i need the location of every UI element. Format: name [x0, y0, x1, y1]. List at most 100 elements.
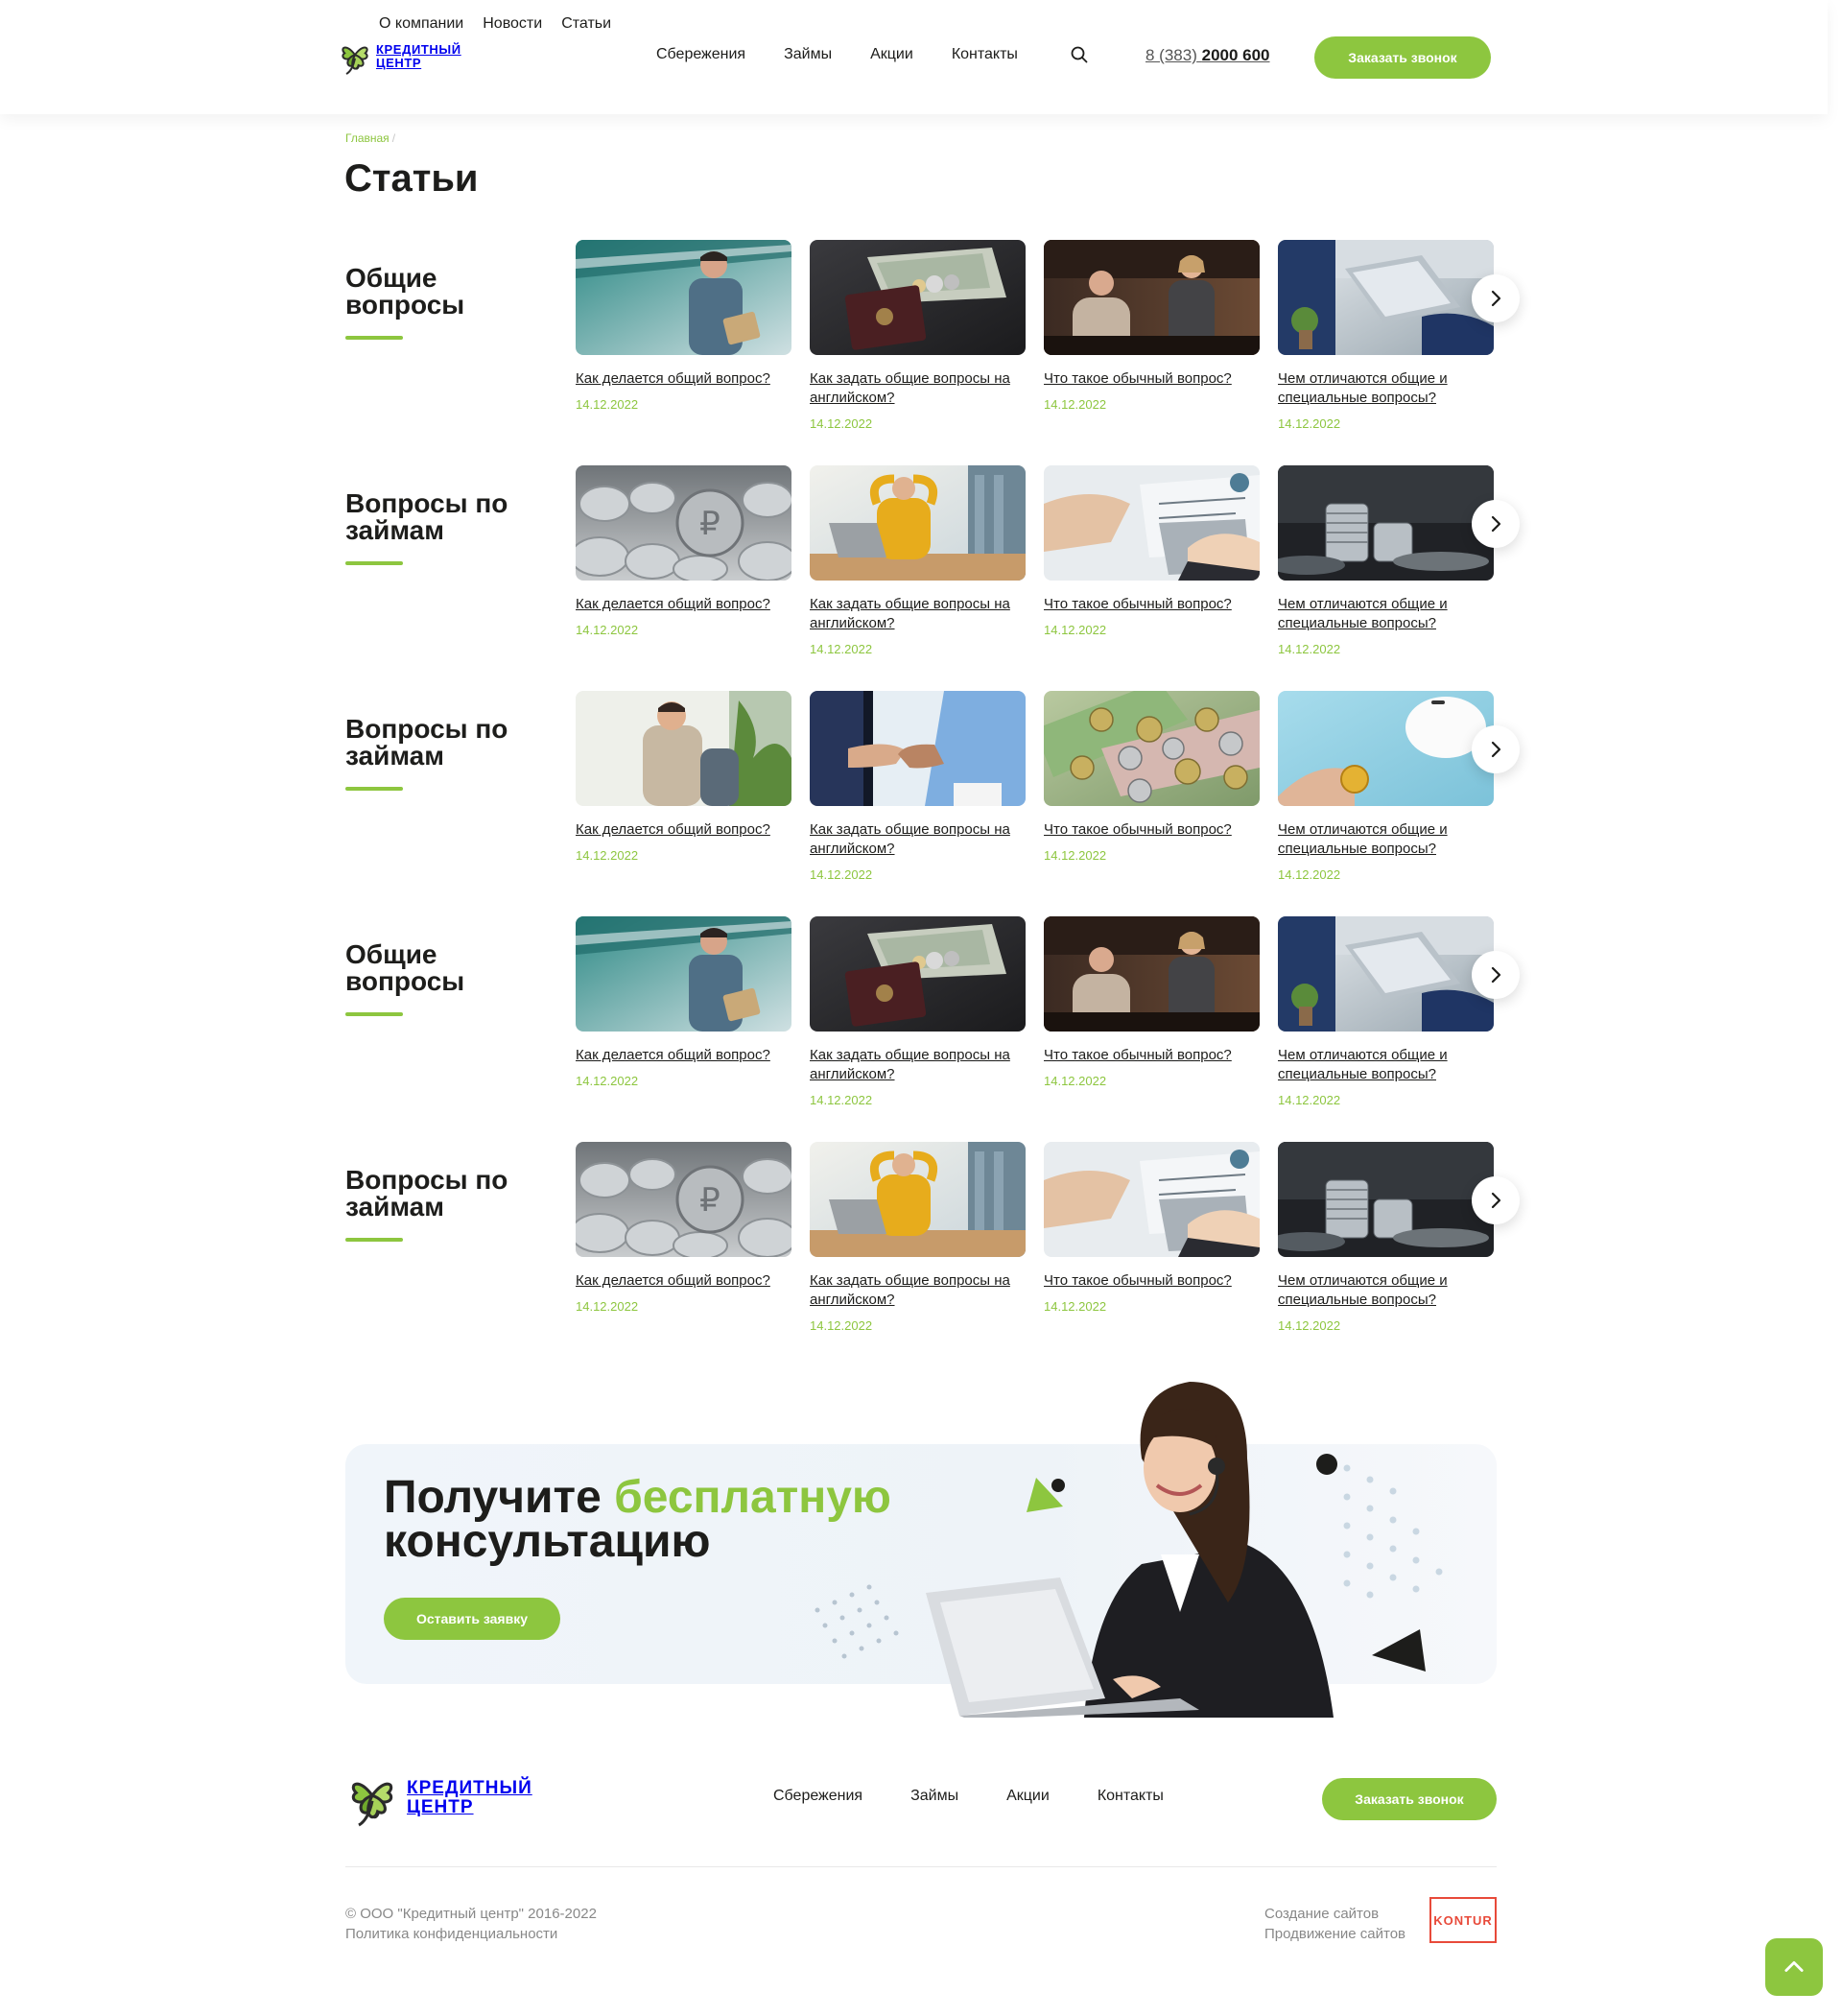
article-image[interactable]: [1278, 240, 1494, 355]
article-card: Что такое обычный вопрос? 14.12.2022: [1044, 465, 1260, 637]
article-link[interactable]: Как делается общий вопрос?: [576, 1271, 791, 1291]
article-date: 14.12.2022: [1278, 1093, 1341, 1107]
footer-nav-loans[interactable]: Займы: [910, 1788, 958, 1805]
article-card: Что такое обычный вопрос? 14.12.2022: [1044, 916, 1260, 1088]
page-title: Статьи: [344, 157, 479, 200]
article-date: 14.12.2022: [576, 848, 639, 863]
article-date: 14.12.2022: [1044, 397, 1107, 412]
footer-nav-contacts[interactable]: Контакты: [1098, 1788, 1164, 1805]
chevron-right-icon: [1484, 738, 1507, 761]
footer-nav-promotions[interactable]: Акции: [1006, 1788, 1050, 1805]
privacy-policy-link[interactable]: Политика конфиденциальности: [345, 1926, 557, 1942]
article-image[interactable]: [1044, 916, 1260, 1032]
article-image[interactable]: [810, 916, 1026, 1032]
breadcrumb-home[interactable]: Главная: [345, 131, 390, 145]
article-image[interactable]: [810, 1142, 1026, 1257]
carousel-next-button[interactable]: [1472, 500, 1520, 548]
article-card: Как делается общий вопрос? 14.12.2022: [576, 916, 791, 1088]
carousel-next-button[interactable]: [1472, 951, 1520, 999]
article-image[interactable]: [810, 465, 1026, 581]
article-image[interactable]: [1278, 691, 1494, 806]
phone-prefix: 8 (383): [1145, 46, 1197, 64]
phone-number: 2000 600: [1201, 46, 1270, 64]
article-date: 14.12.2022: [1044, 1299, 1107, 1314]
article-link[interactable]: Как делается общий вопрос?: [576, 1046, 791, 1065]
article-image[interactable]: [576, 691, 791, 806]
article-link[interactable]: Что такое обычный вопрос?: [1044, 1046, 1260, 1065]
section-title: Вопросы по займам: [345, 714, 508, 771]
article-image[interactable]: [1044, 691, 1260, 806]
article-link[interactable]: Как делается общий вопрос?: [576, 369, 791, 389]
article-image[interactable]: [1044, 465, 1260, 581]
article-link[interactable]: Что такое обычный вопрос?: [1044, 595, 1260, 614]
logo[interactable]: Кредитный центр: [338, 37, 461, 76]
nav-loans[interactable]: Займы: [784, 46, 832, 63]
dev-creation-link[interactable]: Создание сайтов: [1264, 1904, 1405, 1924]
chevron-right-icon: [1484, 512, 1507, 535]
article-link[interactable]: Как задать общие вопросы на английском?: [810, 1046, 1026, 1084]
section-title: Вопросы по займам: [345, 488, 508, 545]
article-link[interactable]: Что такое обычный вопрос?: [1044, 369, 1260, 389]
search-icon[interactable]: [1071, 46, 1088, 63]
copyright-block: © ООО "Кредитный центр" 2016-2022 Полити…: [345, 1904, 597, 1944]
article-image[interactable]: [1044, 1142, 1260, 1257]
main-nav: Сбережения Займы Акции Контакты: [656, 46, 1018, 63]
article-image[interactable]: [1278, 1142, 1494, 1257]
logo-text: Кредитный центр: [376, 43, 461, 69]
article-link[interactable]: Как задать общие вопросы на английском?: [810, 595, 1026, 633]
callback-button[interactable]: Заказать звонок: [1314, 36, 1491, 79]
article-link[interactable]: Как задать общие вопросы на английском?: [810, 1271, 1026, 1310]
article-image[interactable]: [576, 1142, 791, 1257]
article-card: Как делается общий вопрос? 14.12.2022: [576, 1142, 791, 1314]
top-nav-news[interactable]: Новости: [483, 15, 542, 33]
article-image[interactable]: [810, 240, 1026, 355]
top-nav-articles[interactable]: Статьи: [561, 15, 611, 33]
article-link[interactable]: Как делается общий вопрос?: [576, 595, 791, 614]
scroll-to-top-button[interactable]: [1765, 1938, 1823, 1996]
footer-logo[interactable]: Кредитный центр: [345, 1768, 532, 1828]
article-image[interactable]: [576, 240, 791, 355]
article-date: 14.12.2022: [810, 1093, 873, 1107]
nav-promotions[interactable]: Акции: [870, 46, 913, 63]
article-link[interactable]: Чем отличаются общие и специальные вопро…: [1278, 820, 1494, 859]
article-link[interactable]: Чем отличаются общие и специальные вопро…: [1278, 1271, 1494, 1310]
leave-request-button[interactable]: Оставить заявку: [384, 1598, 560, 1640]
section-underline: [345, 1238, 403, 1242]
footer-nav-savings[interactable]: Сбережения: [773, 1788, 862, 1805]
article-date: 14.12.2022: [576, 1074, 639, 1088]
article-image[interactable]: [1278, 465, 1494, 581]
article-date: 14.12.2022: [576, 623, 639, 637]
phone-link[interactable]: 8 (383) 2000 600: [1145, 46, 1270, 65]
top-nav-about[interactable]: О компании: [379, 15, 463, 33]
article-link[interactable]: Что такое обычный вопрос?: [1044, 1271, 1260, 1291]
article-link[interactable]: Чем отличаются общие и специальные вопро…: [1278, 1046, 1494, 1084]
article-date: 14.12.2022: [1044, 1074, 1107, 1088]
article-link[interactable]: Как задать общие вопросы на английском?: [810, 820, 1026, 859]
nav-contacts[interactable]: Контакты: [952, 46, 1018, 63]
article-image[interactable]: [1044, 240, 1260, 355]
article-card: Как задать общие вопросы на английском? …: [810, 465, 1026, 656]
footer-logo-line-2: центр: [407, 1797, 474, 1817]
logo-line-2: центр: [376, 56, 422, 70]
carousel-next-button[interactable]: [1472, 725, 1520, 773]
footer-callback-button[interactable]: Заказать звонок: [1322, 1778, 1497, 1820]
footer-divider: [345, 1866, 1497, 1867]
kontur-logo[interactable]: KONTUR: [1429, 1897, 1497, 1943]
article-link[interactable]: Чем отличаются общие и специальные вопро…: [1278, 369, 1494, 408]
article-link[interactable]: Чем отличаются общие и специальные вопро…: [1278, 595, 1494, 633]
breadcrumb-separator: /: [391, 131, 396, 145]
carousel-next-button[interactable]: [1472, 274, 1520, 322]
article-card: Как задать общие вопросы на английском? …: [810, 240, 1026, 431]
article-card: Что такое обычный вопрос? 14.12.2022: [1044, 1142, 1260, 1314]
dev-promotion-link[interactable]: Продвижение сайтов: [1264, 1924, 1405, 1944]
article-link[interactable]: Как делается общий вопрос?: [576, 820, 791, 840]
article-image[interactable]: [810, 691, 1026, 806]
carousel-next-button[interactable]: [1472, 1176, 1520, 1224]
nav-savings[interactable]: Сбережения: [656, 46, 745, 63]
article-link[interactable]: Как задать общие вопросы на английском?: [810, 369, 1026, 408]
article-image[interactable]: [576, 465, 791, 581]
article-image[interactable]: [1278, 916, 1494, 1032]
article-link[interactable]: Что такое обычный вопрос?: [1044, 820, 1260, 840]
developer-block: Создание сайтов Продвижение сайтов: [1264, 1904, 1405, 1944]
article-image[interactable]: [576, 916, 791, 1032]
